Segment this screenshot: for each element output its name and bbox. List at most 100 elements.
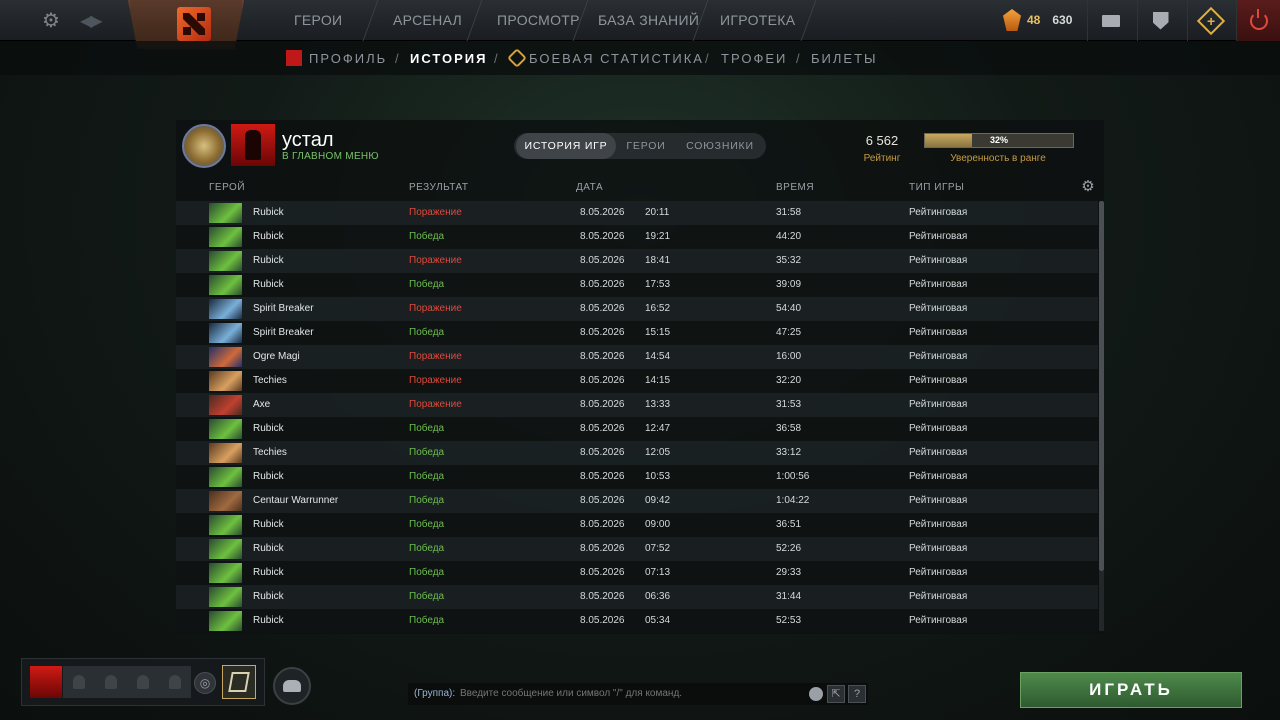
party-self-avatar[interactable] [30,666,62,698]
table-row[interactable]: Rubick Победа 8.05.2026 07:52 52:26 Рейтингов… [176,537,1098,561]
hero-portrait-icon [209,275,242,295]
play-button[interactable]: ИГРАТЬ [1020,672,1242,708]
column-result[interactable]: РЕЗУЛЬТАТ [409,182,468,193]
table-row[interactable]: Centaur Warrunner Победа 8.05.2026 09:42 1:0… [176,489,1098,513]
table-row[interactable]: Techies Победа 8.05.2026 12:05 33:12 Рейтинго… [176,441,1098,465]
table-row[interactable]: Rubick Победа 8.05.2026 09:00 36:51 Рейтингов… [176,513,1098,537]
hero-portrait-icon [209,515,242,535]
nav-watch[interactable]: ПРОСМОТР [497,0,580,41]
table-row[interactable]: Rubick Победа 8.05.2026 06:36 31:44 Рейтингов… [176,585,1098,609]
hero-name: Rubick [253,231,284,242]
tab-heroes[interactable]: ГЕРОИ [618,133,674,159]
battle-pass-button[interactable] [222,665,256,699]
table-row[interactable]: Axe Поражение 8.05.2026 13:33 31:53 Рейтингов… [176,393,1098,417]
settings-gear-icon[interactable]: ⚙ [40,10,62,32]
match-duration: 31:44 [776,591,802,602]
mail-button[interactable] [1087,0,1133,41]
plus-button[interactable]: + [1187,0,1233,41]
hero-name: Rubick [253,615,284,626]
column-game-mode[interactable]: ТИП ИГРЫ [909,182,964,193]
tab-match-history[interactable]: ИСТОРИЯ ИГР [516,133,616,159]
table-row[interactable]: Techies Поражение 8.05.2026 14:15 32:20 Рейти… [176,369,1098,393]
table-row[interactable]: Rubick Победа 8.05.2026 07:13 29:33 Рейтингов… [176,561,1098,585]
match-date: 8.05.2026 [580,495,625,506]
chat-input[interactable] [460,688,800,699]
chat-channel-label[interactable]: (Группа): [414,688,455,699]
match-duration: 52:26 [776,543,802,554]
subnav-tickets[interactable]: БИЛЕТЫ [811,51,878,66]
match-game-mode: Рейтинговая [909,423,968,434]
match-game-mode: Рейтинговая [909,231,968,242]
armory-icon [1152,11,1169,30]
hero-portrait-icon [209,491,242,511]
table-settings-gear-icon[interactable]: ⚙ [1080,179,1096,195]
match-game-mode: Рейтинговая [909,567,968,578]
scrollbar-track[interactable] [1099,571,1104,631]
hero-portrait-icon [209,227,242,247]
armory-button[interactable] [1137,0,1183,41]
scrollbar-thumb[interactable] [1099,201,1104,571]
subnav-history[interactable]: ИСТОРИЯ [410,51,488,66]
party-empty-slot[interactable] [127,666,159,698]
match-time: 14:54 [645,351,671,362]
rank-confidence-bar: 32% [924,133,1074,148]
empty-slot-person-icon [137,675,149,689]
chat-popout-button[interactable]: ⇱ [827,685,845,703]
party-empty-slot[interactable] [159,666,191,698]
table-row[interactable]: Rubick Победа 8.05.2026 19:21 44:20 Рейтингов… [176,225,1098,249]
table-row[interactable]: Rubick Победа 8.05.2026 05:34 52:53 Рейтингов… [176,609,1098,633]
hero-portrait-icon [209,443,242,463]
match-time: 05:34 [645,615,671,626]
column-duration[interactable]: ВРЕМЯ [776,182,814,193]
dota-plus-icon: + [1196,6,1225,35]
match-result: Поражение [409,255,462,266]
column-hero[interactable]: ГЕРОЙ [209,182,245,193]
rating-label: Рейтинг [863,153,901,164]
table-row[interactable]: Rubick Победа 8.05.2026 17:53 39:09 Рейтингов… [176,273,1098,297]
party-empty-slot[interactable] [95,666,127,698]
hero-portrait-icon [209,419,242,439]
match-date: 8.05.2026 [580,615,625,626]
party-empty-slot[interactable] [63,666,95,698]
table-row[interactable]: Spirit Breaker Поражение 8.05.2026 16:52 54:… [176,297,1098,321]
tab-allies[interactable]: СОЮЗНИКИ [676,133,764,159]
nav-arcade[interactable]: ИГРОТЕКА [720,0,795,41]
nav-arsenal[interactable]: АРСЕНАЛ [393,0,462,41]
emoji-icon[interactable] [809,687,823,701]
table-row[interactable]: Rubick Победа 8.05.2026 10:53 1:00:56 Рейтинг… [176,465,1098,489]
table-row[interactable]: Spirit Breaker Победа 8.05.2026 15:15 47:25 Р… [176,321,1098,345]
subnav-separator: / [494,51,498,66]
table-row[interactable]: Ogre Magi Поражение 8.05.2026 14:54 16:00 Рей… [176,345,1098,369]
friends-button[interactable] [273,667,311,705]
exit-button[interactable] [1236,0,1280,41]
back-forward-arrows-icon[interactable]: ◀▶ [80,11,110,31]
empty-slot-person-icon [73,675,85,689]
nav-heroes[interactable]: ГЕРОИ [294,0,342,41]
hero-name: Rubick [253,207,284,218]
dota-logo-icon[interactable] [177,7,211,41]
chat-help-button[interactable]: ? [848,685,866,703]
match-list: Rubick Поражение 8.05.2026 20:11 31:58 Рейтин… [176,201,1098,633]
hero-name: Rubick [253,255,284,266]
table-row[interactable]: Rubick Поражение 8.05.2026 20:11 31:58 Рейтин… [176,201,1098,225]
nav-knowledge-base[interactable]: БАЗА ЗНАНИЙ [598,0,699,41]
table-row[interactable]: Rubick Победа 8.05.2026 12:47 36:58 Рейтингов… [176,417,1098,441]
subnav-trophies[interactable]: ТРОФЕИ [721,51,787,66]
voice-chat-icon[interactable]: ◎ [194,672,216,694]
match-time: 07:13 [645,567,671,578]
match-date: 8.05.2026 [580,351,625,362]
match-result: Победа [409,615,445,626]
rank-medal-icon[interactable] [182,124,226,168]
table-row[interactable]: Rubick Поражение 8.05.2026 18:41 35:32 Рейтин… [176,249,1098,273]
column-date[interactable]: ДАТА [576,182,603,193]
hero-portrait-icon [209,371,242,391]
subnav-profile[interactable]: ПРОФИЛЬ [309,51,387,66]
subnav-battle-stats[interactable]: БОЕВАЯ СТАТИСТИКА [529,51,704,66]
match-game-mode: Рейтинговая [909,207,968,218]
avatar[interactable] [231,124,275,166]
match-game-mode: Рейтинговая [909,591,968,602]
match-time: 17:53 [645,279,671,290]
match-duration: 54:40 [776,303,802,314]
match-game-mode: Рейтинговая [909,351,968,362]
currency-display[interactable]: 48 630 [1003,8,1072,32]
